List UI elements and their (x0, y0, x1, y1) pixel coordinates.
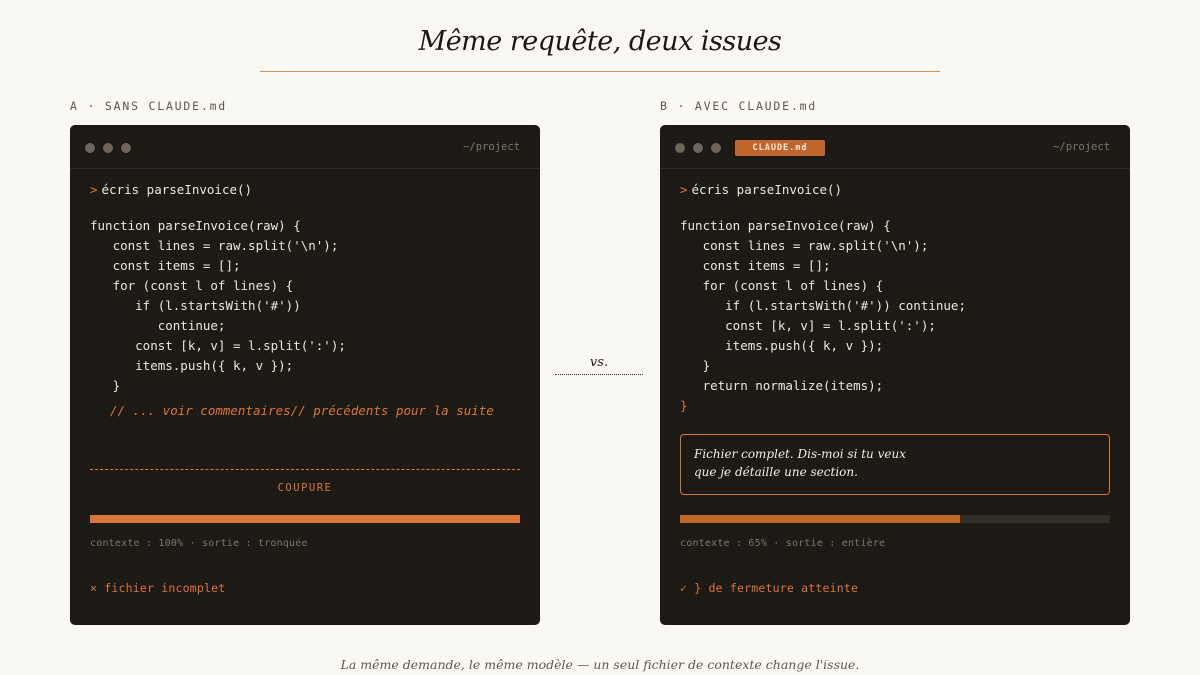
window-dot-icon (675, 143, 685, 153)
code-line: const items = []; (90, 258, 241, 273)
code-line: items.push({ k, v }); (680, 338, 884, 353)
code-line: } (90, 378, 121, 393)
code-line: if (l.startsWith('#')) continue; (680, 298, 966, 313)
code-line: for (const l of lines) { (90, 278, 294, 293)
terminal-a: ~/project > écris parseInvoice() function… (70, 125, 540, 625)
terminal-a-code: function parseInvoice(raw) { const lines… (90, 216, 346, 396)
note-line: que je détaille une section. (694, 465, 858, 479)
code-line: } (680, 358, 711, 373)
vs-label: vs. (589, 355, 609, 370)
prompt-chevron-icon: > (90, 182, 98, 197)
panel-a-label: A · SANS CLAUDE.md (70, 99, 228, 113)
code-line: function parseInvoice(raw) { (680, 218, 891, 233)
cut-line (90, 469, 520, 470)
caption: La même demande, le même modèle — un seu… (340, 657, 860, 672)
code-line: const lines = raw.split('\n'); (90, 238, 339, 253)
comment-line: // précédents pour la suite (290, 403, 494, 418)
claude-md-tab[interactable]: CLAUDE.md (735, 140, 825, 156)
closing-brace: } (680, 398, 688, 413)
page-title: Même requête, deux issues (418, 26, 782, 57)
status-a: × fichier incomplet (90, 581, 226, 595)
context-bar-a (90, 515, 520, 523)
context-bar-b-fill (680, 515, 960, 523)
context-bar-a-fill (90, 515, 520, 523)
title-divider (260, 71, 940, 72)
vs-divider (555, 374, 643, 375)
code-line: const [k, v] = l.split(':'); (90, 338, 346, 353)
comment-line: // ... voir commentaires (110, 403, 291, 418)
terminal-b: CLAUDE.md ~/project > écris parseInvoice(… (660, 125, 1130, 625)
code-line: const [k, v] = l.split(':'); (680, 318, 936, 333)
terminal-a-titlebar: ~/project (70, 125, 540, 169)
terminal-b-code: function parseInvoice(raw) { const lines… (680, 216, 966, 396)
assistant-note: Fichier complet. Dis-moi si tu veux que j… (680, 434, 1110, 495)
window-dot-icon (85, 143, 95, 153)
code-line: function parseInvoice(raw) { (90, 218, 301, 233)
window-dot-icon (711, 143, 721, 153)
terminal-b-prompt: > écris parseInvoice() (680, 182, 842, 197)
panel-b-label: B · AVEC CLAUDE.md (660, 99, 818, 113)
code-line: for (const l of lines) { (680, 278, 884, 293)
terminal-b-titlebar: CLAUDE.md ~/project (660, 125, 1130, 169)
prompt-text: écris parseInvoice() (101, 182, 253, 197)
code-line: if (l.startsWith('#')) (90, 298, 301, 313)
code-line: continue; (90, 318, 226, 333)
cut-label: COUPURE (277, 482, 333, 494)
terminal-a-path: ~/project (463, 141, 520, 153)
context-text-b: contexte : 65% · sortie : entière (680, 538, 886, 549)
status-b: ✓ } de fermeture atteinte (680, 581, 859, 595)
code-line: return normalize(items); (680, 378, 884, 393)
window-dot-icon (103, 143, 113, 153)
prompt-chevron-icon: > (680, 182, 688, 197)
context-text-a: contexte : 100% · sortie : tronquée (90, 538, 308, 549)
code-line: const lines = raw.split('\n'); (680, 238, 929, 253)
terminal-b-path: ~/project (1053, 141, 1110, 153)
note-line: Fichier complet. Dis-moi si tu veux (694, 447, 906, 461)
terminal-a-comments: // ... voir commentaires// précédents po… (110, 402, 494, 419)
window-dot-icon (121, 143, 131, 153)
code-line: items.push({ k, v }); (90, 358, 294, 373)
prompt-text: écris parseInvoice() (691, 182, 843, 197)
window-dot-icon (693, 143, 703, 153)
code-line: const items = []; (680, 258, 831, 273)
terminal-a-prompt: > écris parseInvoice() (90, 182, 252, 197)
context-bar-b (680, 515, 1110, 523)
